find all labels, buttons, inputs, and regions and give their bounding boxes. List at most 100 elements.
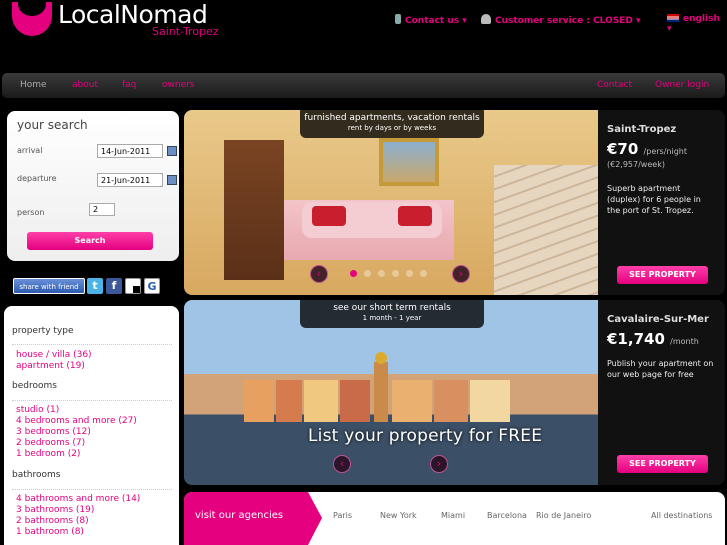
slide-dot[interactable]	[350, 270, 357, 277]
next-arrow-icon[interactable]: ›	[452, 265, 470, 283]
bell-tower-image	[374, 352, 388, 422]
person-select[interactable]: 2	[89, 203, 115, 216]
language-selector[interactable]: english ▾	[667, 14, 727, 34]
search-title: your search	[17, 118, 88, 132]
stairs-image	[494, 165, 598, 295]
property-price: €70 /pers/night	[607, 140, 687, 158]
header: LocalNomad Saint-Tropez Contact us ▾ Cus…	[0, 0, 727, 68]
slide-dot[interactable]	[406, 270, 413, 277]
twitter-icon[interactable]: t	[87, 278, 103, 294]
banner-subtitle: rent by days or by weeks	[347, 124, 437, 132]
calendar-icon[interactable]	[167, 146, 177, 156]
building-image	[392, 380, 432, 422]
slide-dot[interactable]	[420, 270, 427, 277]
filter-item[interactable]: house / villa (36)	[16, 350, 92, 360]
property-location: Saint-Tropez	[607, 124, 677, 135]
calendar-icon[interactable]	[167, 175, 177, 185]
pillow-image	[398, 206, 432, 226]
slide-dot[interactable]	[378, 270, 385, 277]
divider	[12, 489, 172, 490]
share-with-friend-button[interactable]: share with friend	[13, 278, 85, 294]
promo-headline: List your property for FREE	[308, 426, 543, 446]
property-info: Cavalaire-Sur-Mer €1,740 /month Publish …	[598, 300, 725, 485]
nav-faq[interactable]: faq	[122, 80, 136, 90]
banner-title: furnished apartments, vacation rentals	[304, 113, 480, 123]
see-property-button[interactable]: SEE PROPERTY	[617, 455, 708, 473]
delicious-icon[interactable]	[125, 278, 141, 294]
building-image	[340, 380, 370, 422]
prev-arrow-icon[interactable]: ‹	[333, 455, 351, 473]
google-icon[interactable]: G	[144, 278, 160, 294]
agencies-label-box: visit our agencies	[184, 492, 322, 545]
nav-owner-login[interactable]: Owner login	[655, 80, 709, 90]
building-image	[470, 380, 510, 422]
facebook-icon[interactable]: f	[106, 278, 122, 294]
agencies-bar: visit our agencies Paris New York Miami …	[184, 492, 725, 545]
filter-item[interactable]: studio (1)	[16, 405, 59, 415]
slide-banner: furnished apartments, vacation rentals r…	[300, 110, 484, 138]
building-image	[244, 380, 274, 422]
weekly-price: (€2,957/week)	[607, 160, 665, 169]
filter-item[interactable]: 3 bathrooms (19)	[16, 505, 94, 515]
filter-heading-property-type: property type	[12, 326, 74, 336]
agencies-title: visit our agencies	[195, 510, 284, 521]
all-destinations-link[interactable]: All destinations	[651, 511, 712, 520]
banner-title: see our short term rentals	[333, 303, 451, 313]
search-button[interactable]: Search	[27, 232, 153, 250]
filter-item[interactable]: 1 bathroom (8)	[16, 527, 84, 537]
arrival-input[interactable]: 14-Jun-2011	[97, 144, 163, 158]
building-image	[434, 380, 468, 422]
support-icon	[481, 14, 491, 24]
city-link[interactable]: Paris	[333, 511, 352, 520]
arrival-label: arrival	[17, 146, 43, 155]
city-link[interactable]: Miami	[441, 511, 465, 520]
see-property-button[interactable]: SEE PROPERTY	[617, 266, 708, 284]
search-panel: your search arrival 14-Jun-2011 departur…	[7, 111, 179, 261]
filter-item[interactable]: apartment (19)	[16, 361, 85, 371]
divider	[12, 400, 172, 401]
slide-banner: see our short term rentals 1 month - 1 y…	[300, 300, 484, 328]
property-location: Cavalaire-Sur-Mer	[607, 314, 709, 325]
property-description: Superb apartment (duplex) for 6 people i…	[607, 184, 701, 215]
nav-home[interactable]: Home	[20, 80, 47, 90]
property-info: Saint-Tropez €70 /pers/night (€2,957/wee…	[598, 110, 725, 295]
city-link[interactable]: Rio de Janeiro	[536, 511, 591, 520]
banner-subtitle: 1 month - 1 year	[362, 314, 422, 322]
filter-item[interactable]: 4 bedrooms and more (27)	[16, 416, 137, 426]
city-link[interactable]: Barcelona	[487, 511, 527, 520]
contact-us-link[interactable]: Contact us ▾	[395, 14, 467, 26]
customer-service-link[interactable]: Customer service : CLOSED ▾	[481, 14, 641, 26]
filter-item[interactable]: 1 bedroom (2)	[16, 449, 80, 459]
filter-item[interactable]: 3 bedrooms (12)	[16, 427, 91, 437]
building-image	[304, 380, 338, 422]
nav-about[interactable]: about	[72, 80, 98, 90]
featured-slide: furnished apartments, vacation rentals r…	[184, 110, 725, 295]
nav-owners[interactable]: owners	[162, 80, 195, 90]
city-link[interactable]: New York	[380, 511, 417, 520]
uk-flag-icon	[667, 14, 679, 22]
property-price: €1,740 /month	[607, 330, 699, 348]
building-image	[276, 380, 302, 422]
promo-slide: List your property for FREE see our shor…	[184, 300, 725, 485]
filter-item[interactable]: 4 bathrooms and more (14)	[16, 494, 140, 504]
filters-panel: property type house / villa (36) apartme…	[4, 306, 179, 545]
brand-location: Saint-Tropez	[152, 25, 219, 38]
departure-label: departure	[17, 174, 57, 183]
next-arrow-icon[interactable]: ›	[430, 455, 448, 473]
departure-input[interactable]: 21-Jun-2011	[97, 173, 163, 187]
property-description: Publish your apartment on our web page f…	[607, 359, 714, 379]
slide-dot[interactable]	[392, 270, 399, 277]
logo-icon[interactable]	[12, 2, 52, 36]
nav-contact[interactable]: Contact	[597, 80, 632, 90]
slide-dot[interactable]	[364, 270, 371, 277]
divider	[12, 344, 172, 345]
filter-heading-bedrooms: bedrooms	[12, 381, 57, 391]
filter-item[interactable]: 2 bedrooms (7)	[16, 438, 85, 448]
filter-item[interactable]: 2 bathrooms (8)	[16, 516, 89, 526]
filter-heading-bathrooms: bathrooms	[12, 470, 61, 480]
painting-image	[379, 138, 439, 186]
phone-icon	[395, 14, 401, 24]
person-label: person	[17, 208, 45, 217]
main-nav: Home about faq owners Contact Owner logi…	[2, 73, 725, 98]
prev-arrow-icon[interactable]: ‹	[310, 265, 328, 283]
